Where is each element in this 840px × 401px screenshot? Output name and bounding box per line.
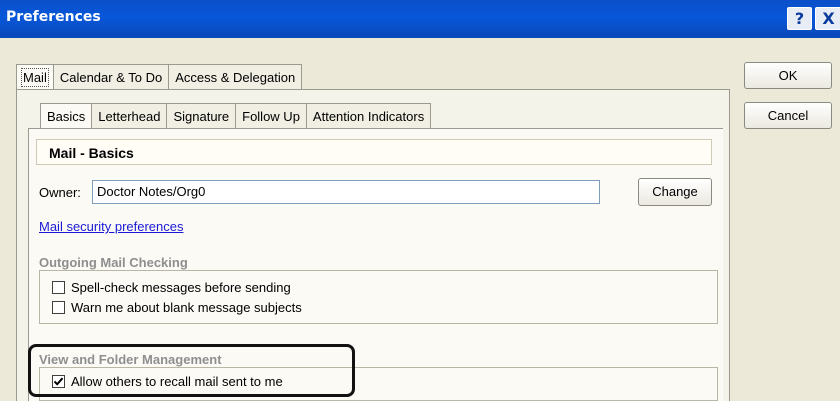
tab-calendar-todo-label: Calendar & To Do [59,70,163,85]
outgoing-mail-checking-group [39,270,718,324]
close-button[interactable]: X [815,7,840,30]
owner-field[interactable]: Doctor Notes/Org0 [92,180,600,204]
subtab-letterhead-label: Letterhead [98,109,161,124]
spell-check-option[interactable]: Spell-check messages before sending [52,280,291,295]
tab-mail-label: Mail [21,68,49,87]
subtab-follow-up[interactable]: Follow Up [235,103,306,129]
mail-security-preferences-link[interactable]: Mail security preferences [39,219,184,234]
ok-button[interactable]: OK [744,62,832,89]
owner-label: Owner: [39,185,81,200]
tab-access-delegation-label: Access & Delegation [175,70,296,85]
blank-subject-warning-label: Warn me about blank message subjects [71,300,302,315]
tab-access-delegation[interactable]: Access & Delegation [168,64,303,90]
spell-check-checkbox[interactable] [52,281,65,294]
subtab-basics-label: Basics [47,109,86,124]
subtab-attention-indicators[interactable]: Attention Indicators [305,103,432,129]
outgoing-mail-checking-title: Outgoing Mail Checking [39,255,188,270]
preferences-dialog: Preferences ? X Mail Calendar & To Do Ac… [0,0,840,401]
window-title: Preferences [6,9,101,25]
section-header: Mail - Basics [36,139,712,165]
blank-subject-warning-option[interactable]: Warn me about blank message subjects [52,300,302,315]
subtab-attention-indicators-label: Attention Indicators [312,109,425,124]
highlight-annotation [28,344,355,397]
subtab-signature[interactable]: Signature [166,103,236,129]
subtab-signature-label: Signature [173,109,230,124]
spell-check-label: Spell-check messages before sending [71,280,291,295]
tab-mail[interactable]: Mail [16,64,53,90]
subtab-follow-up-label: Follow Up [242,109,300,124]
help-button[interactable]: ? [787,7,812,30]
change-button[interactable]: Change [638,178,712,206]
title-bar[interactable]: Preferences ? X [0,0,840,38]
sub-tab-strip: Basics Letterhead Signature Follow Up At… [40,103,432,129]
subtab-letterhead[interactable]: Letterhead [91,103,167,129]
tab-calendar-todo[interactable]: Calendar & To Do [52,64,169,90]
cancel-button[interactable]: Cancel [744,102,832,129]
subtab-basics[interactable]: Basics [40,103,92,129]
main-tab-strip: Mail Calendar & To Do Access & Delegatio… [16,64,303,90]
blank-subject-warning-checkbox[interactable] [52,301,65,314]
